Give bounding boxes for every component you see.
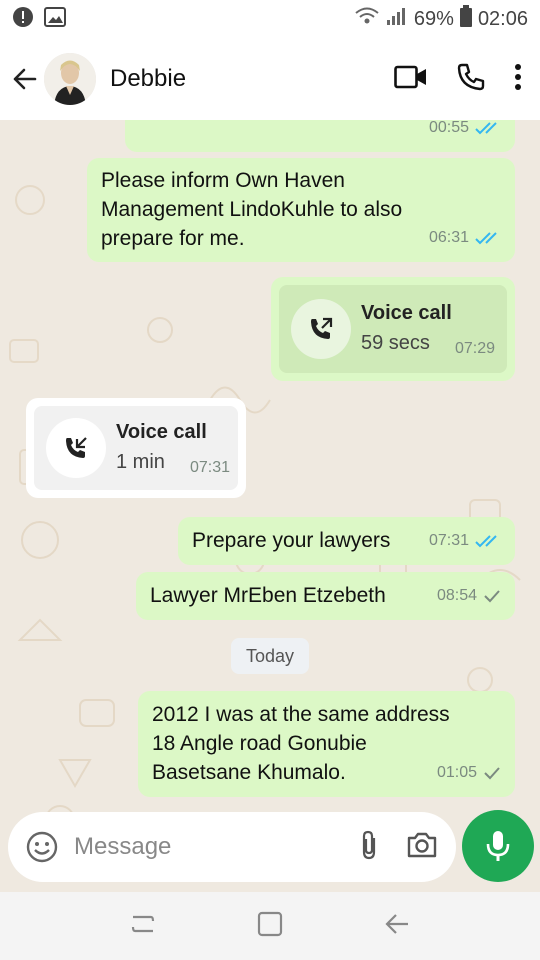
read-ticks-icon <box>475 231 497 244</box>
call-title: Voice call <box>361 302 452 324</box>
message-bubble-outgoing[interactable]: 2012 I was at the same address 18 Angle … <box>138 691 515 797</box>
message-input-bar: Message <box>8 812 456 882</box>
call-duration: 59 secs <box>361 332 430 354</box>
call-duration: 1 min <box>116 451 165 473</box>
status-bar: 69% 02:06 <box>0 0 540 38</box>
read-ticks-icon <box>475 534 497 547</box>
system-nav-bar <box>0 892 540 960</box>
attachment-icon[interactable] <box>358 829 380 866</box>
camera-icon[interactable] <box>406 831 438 864</box>
back-arrow-icon <box>13 68 37 90</box>
alert-icon <box>12 6 34 33</box>
video-call-icon[interactable] <box>394 65 428 94</box>
message-time: 01:05 <box>437 758 501 787</box>
back-button[interactable] <box>0 55 48 103</box>
incoming-call-icon <box>46 418 106 478</box>
chat-header: Debbie <box>0 38 540 120</box>
message-time: 00:55 <box>429 120 501 142</box>
call-bubble-outgoing[interactable]: Voice call 59 secs 07:29 <box>271 277 515 381</box>
battery-icon <box>459 5 472 33</box>
date-chip: Today <box>231 638 309 674</box>
sent-tick-icon <box>484 766 500 779</box>
clock: 02:06 <box>477 7 528 30</box>
gallery-icon <box>44 6 66 32</box>
call-bubble-incoming[interactable]: Voice call 1 min 07:31 <box>26 398 246 498</box>
message-time: 08:54 <box>437 581 501 610</box>
message-bubble-outgoing[interactable]: 00:55 <box>125 120 515 152</box>
battery-percent: 69% <box>413 7 454 30</box>
message-time: 07:31 <box>189 459 230 476</box>
outgoing-call-icon <box>291 299 351 359</box>
sent-tick-icon <box>484 589 500 602</box>
call-card[interactable]: Voice call 59 secs 07:29 <box>279 285 507 373</box>
message-time: 07:29 <box>454 340 495 357</box>
more-options-icon[interactable] <box>514 63 522 96</box>
home-icon[interactable] <box>256 910 284 943</box>
call-card[interactable]: Voice call 1 min 07:31 <box>34 406 238 490</box>
message-bubble-outgoing[interactable]: Please inform Own Haven Management Lindo… <box>87 158 515 262</box>
contact-name[interactable]: Debbie <box>110 65 186 93</box>
message-bubble-outgoing[interactable]: Lawyer MrEben Etzebeth 08:54 <box>136 572 515 620</box>
recent-apps-icon[interactable] <box>129 911 157 942</box>
call-title: Voice call <box>116 421 207 443</box>
chat-area[interactable]: 00:55 Please inform Own Haven Management… <box>0 120 540 892</box>
message-time: 06:31 <box>429 223 501 252</box>
back-nav-icon[interactable] <box>383 912 411 941</box>
wifi-icon <box>354 6 380 32</box>
message-input[interactable]: Message <box>74 833 358 861</box>
microphone-icon <box>486 831 510 861</box>
avatar[interactable] <box>44 53 96 105</box>
message-bubble-outgoing[interactable]: Prepare your lawyers 07:31 <box>178 517 515 565</box>
emoji-icon[interactable] <box>22 827 62 867</box>
phone-icon[interactable] <box>456 62 486 97</box>
signal-icon <box>386 6 408 32</box>
read-ticks-icon <box>475 121 497 134</box>
mic-button[interactable] <box>462 810 534 882</box>
message-time: 07:31 <box>429 526 501 555</box>
